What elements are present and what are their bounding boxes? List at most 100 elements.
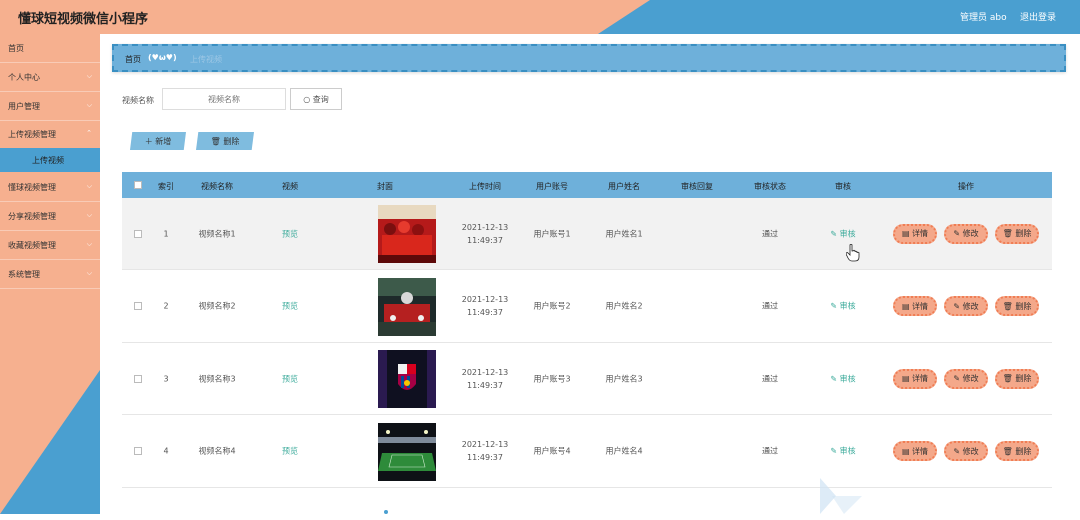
- row-delete-button-label: 删除: [1015, 301, 1032, 311]
- row-delete-button-label: 删除: [1015, 446, 1032, 456]
- row-video-name: 视频名称1: [198, 229, 236, 238]
- preview-link[interactable]: 预览: [282, 228, 298, 239]
- detail-button-label: 详情: [912, 374, 929, 383]
- row-video-name: 视频名称4: [198, 446, 236, 456]
- sidebar-item-label: 上传视频管理: [8, 130, 56, 139]
- row-delete-button-label: 删除: [1015, 229, 1032, 238]
- row-checkbox[interactable]: [134, 447, 142, 455]
- trash-icon: 🗑: [1002, 229, 1016, 238]
- detail-button[interactable]: ▤ 详情: [893, 223, 937, 244]
- sidebar-item-profile[interactable]: 个人中心 ⌵: [0, 63, 100, 92]
- breadcrumb-home[interactable]: 首页: [125, 54, 141, 65]
- preview-link[interactable]: 预览: [282, 373, 298, 384]
- top-header: 懂球短视频微信小程序 管理员 abo 退出登录: [0, 0, 1080, 34]
- delete-button[interactable]: 🗑 删除: [196, 132, 254, 150]
- preview-link[interactable]: 预览: [282, 301, 298, 312]
- row-review-status: 通过: [762, 446, 778, 456]
- edit-button[interactable]: ✎ 修改: [944, 296, 988, 316]
- row-account: 用户账号2: [533, 301, 571, 311]
- edit-button-label: 修改: [962, 446, 979, 456]
- row-review-status: 通过: [762, 229, 778, 238]
- sidebar-item-favorite-video-mgmt[interactable]: 收藏视频管理 ⌵: [0, 231, 100, 260]
- table-row: 3 视频名称3 预览 2021-12-13 11:49:37 用户账号3 用户姓名3 通过 ✎…: [122, 343, 1052, 415]
- scroll-indicator: [384, 510, 388, 514]
- row-upload-time: 2021-12-13 11:49:37: [461, 222, 509, 245]
- row-checkbox[interactable]: [134, 374, 142, 383]
- row-username: 用户姓名4: [605, 446, 643, 456]
- sidebar-item-football-video-mgmt[interactable]: 懂球视频管理 ⌵: [0, 173, 100, 202]
- add-button[interactable]: ＋ 新增: [130, 132, 186, 150]
- sidebar-item-upload-video-mgmt[interactable]: 上传视频管理 ⌃: [0, 120, 100, 149]
- sidebar-item-system-mgmt[interactable]: 系统管理 ⌵: [0, 260, 100, 289]
- row-account: 用户账号1: [533, 229, 571, 238]
- chevron-down-icon: ⌵: [86, 240, 92, 248]
- row-index: 4: [163, 446, 169, 456]
- select-all-checkbox[interactable]: [134, 181, 142, 189]
- logout-link[interactable]: 退出登录: [1020, 10, 1056, 23]
- sidebar-item-label: 上传视频: [32, 156, 64, 165]
- sidebar-item-users[interactable]: 用户管理 ⌵: [0, 92, 100, 121]
- row-upload-time: 2021-12-13 11:49:37: [461, 367, 509, 390]
- search-input[interactable]: [162, 88, 286, 110]
- search-button-label: 查询: [312, 94, 329, 104]
- sidebar-item-share-video-mgmt[interactable]: 分享视频管理 ⌵: [0, 202, 100, 231]
- column-header: 上传时间: [469, 182, 501, 191]
- sidebar-item-label: 懂球视频管理: [8, 183, 56, 192]
- column-header: 用户姓名: [608, 182, 640, 191]
- edit-button-label: 修改: [962, 229, 979, 238]
- review-link[interactable]: ✎ 审核: [830, 446, 855, 457]
- row-index: 2: [163, 301, 169, 311]
- column-header: 操作: [958, 182, 974, 191]
- row-account: 用户账号4: [533, 446, 571, 456]
- review-link[interactable]: ✎ 审核: [830, 301, 855, 312]
- row-delete-button[interactable]: 🗑 删除: [995, 368, 1039, 389]
- row-delete-button[interactable]: 🗑 删除: [995, 296, 1039, 316]
- trash-icon: 🗑: [210, 136, 221, 146]
- search-label: 视频名称: [122, 96, 154, 105]
- document-icon: ▤: [901, 301, 913, 311]
- detail-button-label: 详情: [912, 446, 929, 456]
- edit-icon: ✎: [830, 229, 840, 238]
- column-header: 审核回复: [681, 182, 713, 191]
- preview-link[interactable]: 预览: [282, 446, 298, 457]
- row-delete-button[interactable]: 🗑 删除: [995, 223, 1039, 244]
- detail-button[interactable]: ▤ 详情: [893, 441, 937, 461]
- sidebar-subitem-upload-video[interactable]: 上传视频: [0, 148, 100, 172]
- review-link-label: 审核: [839, 301, 856, 311]
- trash-icon: 🗑: [1002, 374, 1016, 383]
- detail-button[interactable]: ▤ 详情: [893, 368, 937, 389]
- sidebar: 首页 个人中心 ⌵ 用户管理 ⌵ 上传视频管理 ⌃ 上传视频 懂球视频管理 ⌵ …: [0, 34, 100, 514]
- edit-button[interactable]: ✎ 修改: [944, 223, 988, 244]
- column-header: 视频名称: [201, 182, 233, 191]
- edit-icon: ✎: [830, 374, 840, 383]
- review-link-label: 审核: [839, 446, 856, 456]
- search-button[interactable]: ○ 查询: [290, 88, 342, 110]
- table-row: 1 视频名称1 预览 2021-12-13 11:49:37 用户账号1 用户姓名1 通过 ✎…: [122, 198, 1052, 270]
- sidebar-item-label: 用户管理: [8, 102, 40, 111]
- row-delete-button[interactable]: 🗑 删除: [995, 441, 1039, 461]
- edit-button-label: 修改: [962, 374, 979, 383]
- detail-button[interactable]: ▤ 详情: [893, 296, 937, 316]
- review-link[interactable]: ✎ 审核: [830, 373, 855, 384]
- edit-button[interactable]: ✎ 修改: [944, 441, 988, 461]
- row-index: 3: [163, 374, 169, 383]
- row-checkbox[interactable]: [134, 229, 142, 238]
- trash-icon: 🗑: [1002, 301, 1016, 311]
- row-username: 用户姓名1: [605, 229, 643, 238]
- cover-thumbnail: [378, 350, 436, 408]
- row-video-name: 视频名称3: [198, 374, 236, 383]
- row-account: 用户账号3: [533, 374, 571, 383]
- row-checkbox[interactable]: [134, 302, 142, 310]
- edit-icon: ✎: [953, 301, 963, 311]
- cover-thumbnail: [378, 422, 436, 481]
- sidebar-item-home[interactable]: 首页: [0, 34, 100, 63]
- edit-icon: ✎: [830, 301, 840, 311]
- delete-button-label: 删除: [223, 136, 240, 146]
- edit-icon: ✎: [953, 446, 963, 456]
- row-review-status: 通过: [762, 301, 778, 311]
- column-header: 封面: [377, 182, 393, 191]
- edit-button[interactable]: ✎ 修改: [944, 368, 988, 389]
- review-link[interactable]: ✎ 审核: [830, 228, 855, 239]
- column-header: 审核状态: [754, 182, 786, 191]
- edit-button-label: 修改: [962, 301, 979, 311]
